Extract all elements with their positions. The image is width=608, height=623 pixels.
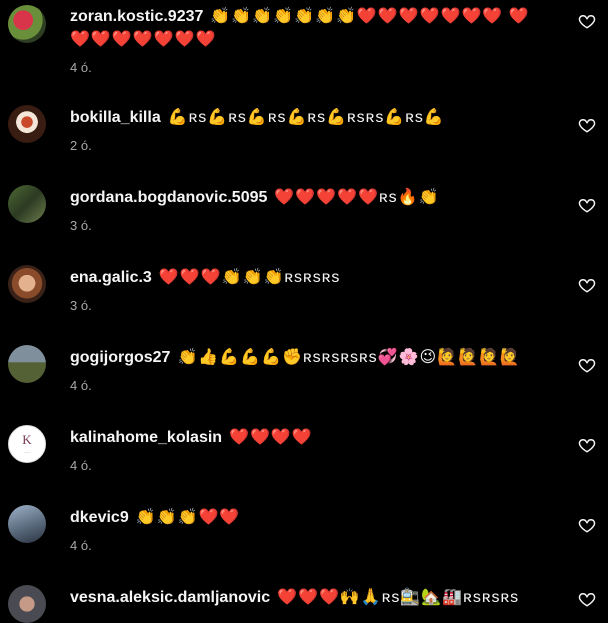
comment-body: kalinahome_kolasin ❤️❤️❤️❤️ bbox=[70, 426, 550, 449]
comment-text: ❤️❤️❤️❤️❤️ʀs🔥👏 bbox=[274, 189, 440, 206]
comment-body: ena.galic.3 ❤️❤️❤️👏👏👏ʀsʀsʀs bbox=[70, 266, 550, 289]
comment-username[interactable]: dkevic9 bbox=[70, 509, 129, 526]
heart-icon[interactable] bbox=[578, 116, 596, 134]
comment-text: ❤️❤️❤️❤️ bbox=[229, 429, 313, 446]
comment-body: dkevic9 👏👏👏❤️❤️ bbox=[70, 506, 550, 529]
avatar[interactable] bbox=[8, 5, 46, 43]
comment-body: vesna.aleksic.damljanovic ❤️❤️❤️🙌🙏ʀs🚉🏡🏭ʀs… bbox=[70, 586, 550, 609]
avatar-logo-mark: K bbox=[22, 432, 32, 447]
comment-username[interactable]: gogijorgos27 bbox=[70, 349, 170, 366]
comment-text: 💪ʀs💪ʀs💪ʀs💪ʀs💪ʀsʀs💪ʀs💪 bbox=[167, 109, 445, 126]
comment-username[interactable]: ena.galic.3 bbox=[70, 269, 152, 286]
heart-icon[interactable] bbox=[578, 196, 596, 214]
avatar[interactable] bbox=[8, 585, 46, 623]
comment-body: gogijorgos27 👏👍💪💪💪✊ʀsʀsʀsʀs💞🌸😉🙋🙋🙋🙋 bbox=[70, 346, 550, 369]
heart-icon[interactable] bbox=[578, 276, 596, 294]
comment-list: zoran.kostic.9237 👏👏👏👏👏👏👏❤️❤️❤️❤️❤️❤️❤️ ❤… bbox=[0, 0, 608, 623]
avatar[interactable] bbox=[8, 505, 46, 543]
comment-body: bokilla_killa 💪ʀs💪ʀs💪ʀs💪ʀs💪ʀsʀs💪ʀs💪 bbox=[70, 106, 550, 129]
comment-username[interactable]: gordana.bogdanovic.5095 bbox=[70, 189, 267, 206]
avatar[interactable] bbox=[8, 105, 46, 143]
comment-time[interactable]: 2 ó. bbox=[70, 138, 92, 153]
comment-time[interactable]: 4 ó. bbox=[70, 458, 92, 473]
avatar[interactable]: K —— bbox=[8, 425, 46, 463]
comment-username[interactable]: vesna.aleksic.damljanovic bbox=[70, 589, 270, 606]
comment-text: ❤️❤️❤️👏👏👏ʀsʀsʀs bbox=[158, 269, 341, 286]
heart-icon[interactable] bbox=[578, 590, 596, 608]
avatar[interactable] bbox=[8, 265, 46, 303]
heart-icon[interactable] bbox=[578, 12, 596, 30]
comment-username[interactable]: bokilla_killa bbox=[70, 109, 161, 126]
comment-username[interactable]: zoran.kostic.9237 bbox=[70, 8, 203, 25]
heart-icon[interactable] bbox=[578, 356, 596, 374]
comment-body: gordana.bogdanovic.5095 ❤️❤️❤️❤️❤️ʀs🔥👏 bbox=[70, 186, 550, 209]
comment-body: zoran.kostic.9237 👏👏👏👏👏👏👏❤️❤️❤️❤️❤️❤️❤️ ❤… bbox=[70, 5, 550, 51]
heart-icon[interactable] bbox=[578, 436, 596, 454]
comment-text: 👏👏👏❤️❤️ bbox=[135, 509, 241, 526]
comment-time[interactable]: 4 ó. bbox=[70, 60, 92, 75]
comment-time[interactable]: 4 ó. bbox=[70, 378, 92, 393]
comment-time[interactable]: 3 ó. bbox=[70, 218, 92, 233]
comment-username[interactable]: kalinahome_kolasin bbox=[70, 429, 222, 446]
comment-text: 👏👍💪💪💪✊ʀsʀsʀsʀs💞🌸😉🙋🙋🙋🙋 bbox=[177, 349, 521, 366]
comment-time[interactable]: 3 ó. bbox=[70, 298, 92, 313]
avatar-logo-line: —— bbox=[23, 450, 31, 454]
comment-text: ❤️❤️❤️🙌🙏ʀs🚉🏡🏭ʀsʀsʀs bbox=[277, 589, 520, 606]
comment-time[interactable]: 4 ó. bbox=[70, 538, 92, 553]
avatar[interactable] bbox=[8, 185, 46, 223]
heart-icon[interactable] bbox=[578, 516, 596, 534]
avatar[interactable] bbox=[8, 345, 46, 383]
